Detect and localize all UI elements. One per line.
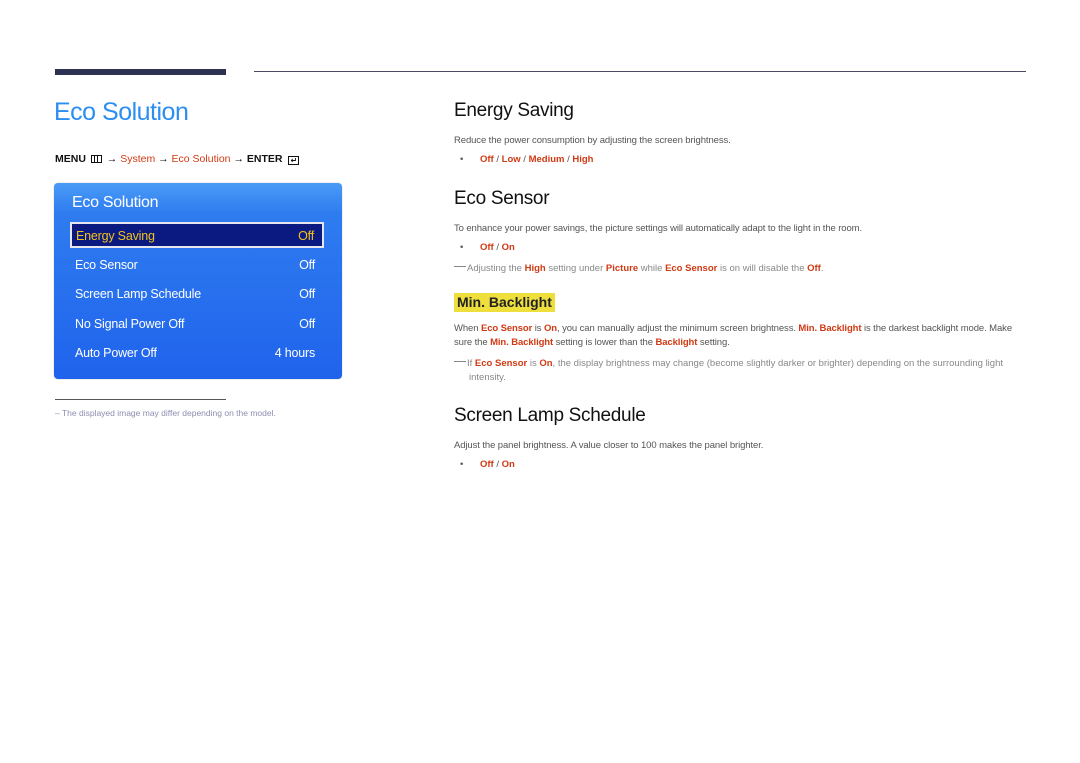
osd-item-value: Off xyxy=(299,317,315,331)
para-highlight: Eco Sensor xyxy=(480,323,533,334)
min-backlight-note: If Eco Sensor is On, the display brightn… xyxy=(454,357,1039,385)
para-text: setting is lower than the xyxy=(553,337,656,348)
osd-item-no-signal-power-off[interactable]: No Signal Power Off Off xyxy=(75,313,315,335)
separator: / xyxy=(520,154,529,165)
note-text: If xyxy=(467,358,475,369)
option: High xyxy=(572,154,594,165)
screen-lamp-description: Adjust the panel brightness. A value clo… xyxy=(454,440,764,451)
eco-sensor-options: • Off / On xyxy=(460,242,515,253)
energy-saving-description: Reduce the power consumption by adjustin… xyxy=(454,135,731,146)
para-highlight: Min. Backlight xyxy=(798,323,862,334)
separator: / xyxy=(493,154,502,165)
osd-item-label: Auto Power Off xyxy=(75,346,157,360)
header-thick-rule xyxy=(55,69,226,75)
menu-path: MENU → System → Eco Solution → ENTER ↵ xyxy=(55,153,300,165)
note-highlight: Off xyxy=(807,263,821,274)
para-text: setting. xyxy=(697,337,730,348)
note-text: is on will disable the xyxy=(717,263,808,274)
para-highlight: Min. Backlight xyxy=(490,337,554,348)
bullet: • xyxy=(460,154,464,165)
arrow: → xyxy=(233,153,244,165)
note-highlight: Eco Sensor xyxy=(474,358,528,369)
menu-path-eco-solution: Eco Solution xyxy=(171,153,231,165)
menu-grid-icon xyxy=(90,155,102,163)
enter-icon: ↵ xyxy=(288,156,300,165)
footnote-dash: – xyxy=(55,408,60,418)
menu-label: MENU xyxy=(55,153,86,165)
heading-energy-saving: Energy Saving xyxy=(454,100,574,121)
osd-item-value: Off xyxy=(298,229,314,243)
heading-screen-lamp-schedule: Screen Lamp Schedule xyxy=(454,405,646,426)
min-backlight-description: When Eco Sensor is On, you can manually … xyxy=(454,322,1024,350)
option: Off xyxy=(480,242,494,253)
option: On xyxy=(501,459,515,470)
header-thin-rule xyxy=(254,71,1026,72)
option: Off xyxy=(480,459,494,470)
eco-sensor-description: To enhance your power savings, the pictu… xyxy=(454,223,863,234)
heading-min-backlight: Min. Backlight xyxy=(454,293,555,312)
option: Off xyxy=(480,154,494,165)
note-text: setting under xyxy=(545,263,606,274)
bullet: • xyxy=(460,242,464,253)
osd-item-energy-saving[interactable]: Energy Saving Off xyxy=(70,222,324,248)
option: On xyxy=(501,242,515,253)
note-dash-icon xyxy=(454,361,466,362)
para-text: When xyxy=(454,323,481,334)
eco-solution-osd-menu: Eco Solution Energy Saving Off Eco Senso… xyxy=(54,183,342,379)
osd-item-screen-lamp-schedule[interactable]: Screen Lamp Schedule Off xyxy=(75,283,315,305)
note-text: while xyxy=(638,263,666,274)
screen-lamp-options: • Off / On xyxy=(460,459,515,470)
osd-item-label: Energy Saving xyxy=(76,229,155,243)
arrow: → xyxy=(158,153,169,165)
option: Medium xyxy=(528,154,565,165)
footnote: – The displayed image may differ dependi… xyxy=(55,408,276,418)
eco-sensor-note: Adjusting the High setting under Picture… xyxy=(454,262,823,276)
separator: / xyxy=(493,242,502,253)
osd-item-label: Screen Lamp Schedule xyxy=(75,287,201,301)
option: Low xyxy=(501,154,521,165)
note-text: . xyxy=(820,263,824,274)
enter-label: ENTER xyxy=(246,153,283,165)
note-highlight: On xyxy=(539,358,553,369)
note-text: is xyxy=(527,358,540,369)
osd-item-auto-power-off[interactable]: Auto Power Off 4 hours xyxy=(75,342,315,364)
para-text: is xyxy=(532,323,544,334)
page-title: Eco Solution xyxy=(54,98,189,126)
para-text: , you can manually adjust the minimum sc… xyxy=(557,323,799,334)
osd-item-label: No Signal Power Off xyxy=(75,317,185,331)
osd-item-label: Eco Sensor xyxy=(75,258,138,272)
footnote-text: The displayed image may differ depending… xyxy=(61,408,276,418)
para-highlight: On xyxy=(544,323,557,334)
osd-item-value: Off xyxy=(299,258,315,272)
para-highlight: Backlight xyxy=(655,337,698,348)
note-dash-icon xyxy=(454,266,466,267)
energy-saving-options: • Off / Low / Medium / High xyxy=(460,154,593,165)
separator: / xyxy=(493,459,502,470)
heading-eco-sensor: Eco Sensor xyxy=(454,188,550,209)
note-highlight: Eco Sensor xyxy=(665,263,718,274)
menu-path-system: System xyxy=(120,153,156,165)
osd-title: Eco Solution xyxy=(72,194,159,211)
osd-item-eco-sensor[interactable]: Eco Sensor Off xyxy=(75,254,315,276)
note-highlight: Picture xyxy=(605,263,639,274)
osd-item-value: 4 hours xyxy=(274,346,315,360)
osd-item-value: Off xyxy=(299,287,315,301)
note-highlight: High xyxy=(524,263,546,274)
note-text: Adjusting the xyxy=(467,263,525,274)
arrow: → xyxy=(106,153,118,165)
bullet: • xyxy=(460,459,464,470)
footnote-rule xyxy=(55,399,226,400)
